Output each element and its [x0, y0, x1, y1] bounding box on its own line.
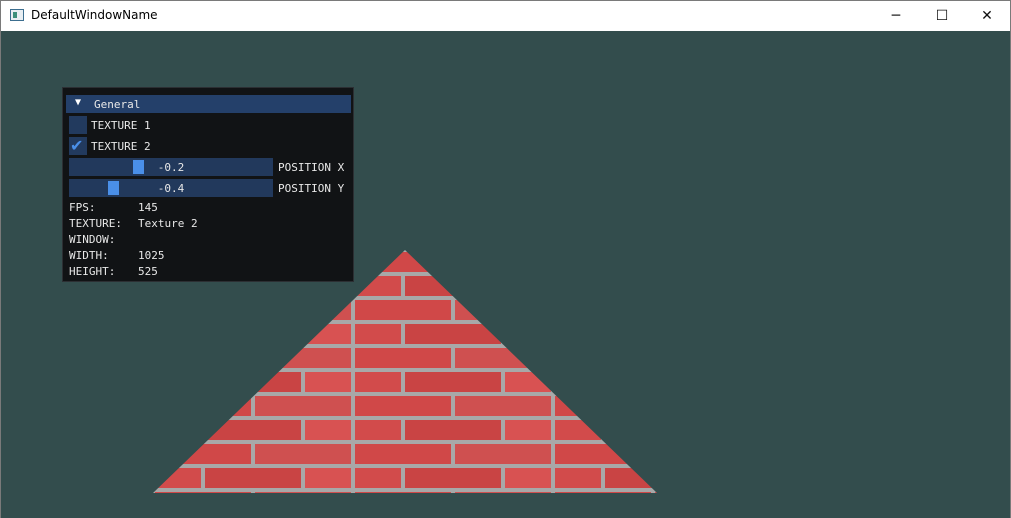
- brick-triangle: [153, 250, 657, 493]
- position-x-slider[interactable]: -0.2: [69, 158, 273, 176]
- texture2-checkbox[interactable]: ✔: [69, 136, 87, 155]
- stat-fps: FPS: 145: [69, 201, 158, 214]
- render-viewport: ▼ General TEXTURE 1 ✔ TEXTURE 2 -0.2 POS…: [1, 31, 1010, 518]
- app-icon: [10, 9, 24, 21]
- imgui-panel[interactable]: ▼ General TEXTURE 1 ✔ TEXTURE 2 -0.2 POS…: [62, 87, 354, 282]
- position-y-value: -0.4: [157, 182, 185, 195]
- stat-texture: TEXTURE: Texture 2: [69, 217, 198, 230]
- close-button[interactable]: ✕: [964, 1, 1010, 31]
- stat-key: TEXTURE:: [69, 217, 122, 230]
- position-x-value: -0.2: [157, 161, 185, 174]
- position-y-slider[interactable]: -0.4: [69, 179, 273, 197]
- close-icon: ✕: [981, 8, 993, 24]
- texture2-label: TEXTURE 2: [91, 140, 151, 153]
- position-x-label: POSITION X: [278, 161, 345, 174]
- app-window: DefaultWindowName ─ ☐ ✕ ▼ General TEXTUR…: [0, 0, 1011, 518]
- window-title: DefaultWindowName: [31, 8, 158, 22]
- stat-width: WIDTH: 1025: [69, 249, 165, 262]
- collapse-arrow-icon: ▼: [75, 97, 82, 108]
- minimize-icon: ─: [891, 8, 901, 24]
- stat-value: 1025: [138, 249, 165, 262]
- maximize-button[interactable]: ☐: [919, 1, 965, 31]
- stat-key: HEIGHT:: [69, 265, 116, 278]
- stat-key: WIDTH:: [69, 249, 109, 262]
- minimize-button[interactable]: ─: [873, 1, 919, 31]
- stat-key: WINDOW:: [69, 233, 116, 246]
- checkmark-icon: ✔: [70, 136, 84, 155]
- maximize-icon: ☐: [935, 8, 949, 24]
- stat-value: 525: [138, 265, 158, 278]
- texture1-checkbox[interactable]: [69, 116, 87, 134]
- general-collapsing-header[interactable]: ▼ General: [66, 95, 351, 113]
- position-y-label: POSITION Y: [278, 182, 345, 195]
- stat-key: FPS:: [69, 201, 96, 214]
- texture1-label: TEXTURE 1: [91, 119, 151, 132]
- stat-height: HEIGHT: 525: [69, 265, 158, 278]
- stat-value: Texture 2: [138, 217, 198, 230]
- stat-window: WINDOW:: [69, 233, 138, 246]
- stat-value: 145: [138, 201, 158, 214]
- header-label: General: [94, 98, 141, 111]
- title-bar[interactable]: DefaultWindowName ─ ☐ ✕: [1, 1, 1010, 31]
